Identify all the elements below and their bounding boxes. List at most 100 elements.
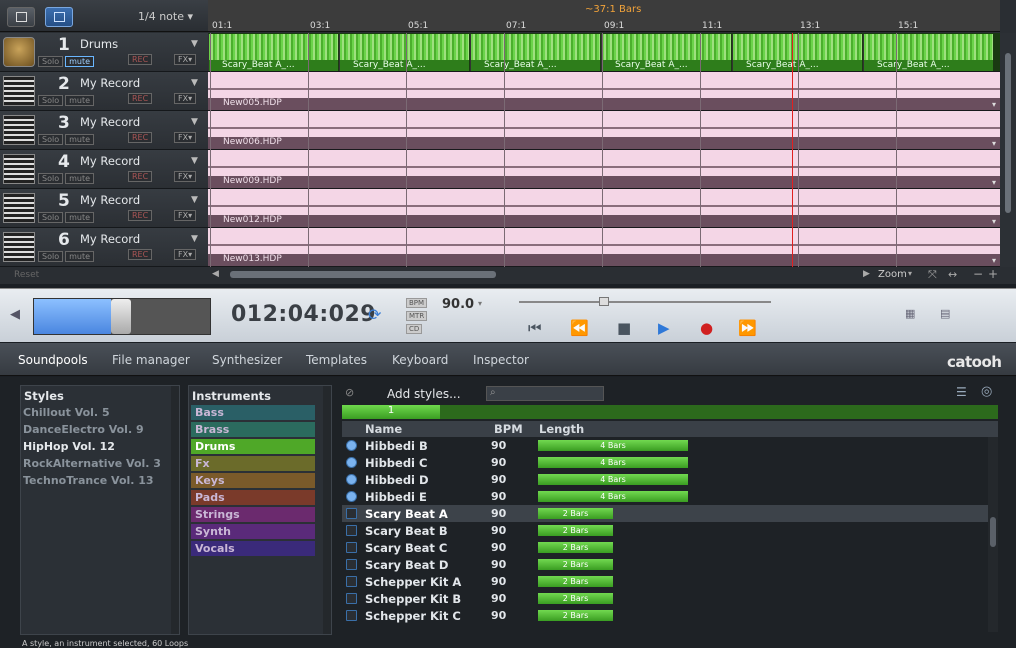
track-lanes[interactable]: Scary_Beat A_... Scary_Beat A_... Scary_Be… — [208, 33, 1000, 267]
style-item[interactable]: Chillout Vol. 5 — [23, 406, 110, 419]
record-icon[interactable]: ● — [700, 319, 713, 337]
playhead[interactable] — [792, 33, 793, 267]
solo-button[interactable]: Solo — [38, 173, 64, 184]
rewind-start-icon[interactable]: ◀ — [10, 307, 20, 322]
bpm-dropdown-icon[interactable]: ▾ — [478, 299, 482, 308]
position-knob[interactable] — [111, 299, 132, 334]
track-lane[interactable]: New006.HDP ▾ — [208, 111, 1000, 150]
clip-menu-icon[interactable]: ▾ — [992, 100, 996, 109]
mute-button[interactable]: mute — [65, 134, 95, 145]
tab-keyboard[interactable]: Keyboard — [392, 353, 448, 367]
preview-icon[interactable]: ◎ — [981, 384, 992, 399]
drum-clip[interactable]: Scary_Beat A_... — [208, 34, 338, 71]
chevron-down-icon[interactable]: ▼ — [191, 156, 198, 166]
master-volume-slider[interactable] — [519, 297, 771, 306]
mute-button[interactable]: mute — [65, 173, 95, 184]
list-view-icon[interactable]: ☰ — [956, 385, 967, 399]
loop-row[interactable]: Hibbedi D 90 4 Bars — [342, 471, 988, 488]
clip-menu-icon[interactable]: ▾ — [992, 178, 996, 187]
track-header[interactable]: 2 My Record ▼ Solo mute REC FX▾ — [0, 72, 208, 111]
mute-button[interactable]: mute — [65, 251, 95, 262]
fx-button[interactable]: FX▾ — [174, 93, 197, 104]
track-header[interactable]: 6 My Record ▼ Solo mute REC FX▾ — [0, 228, 208, 267]
reset-button[interactable]: Reset — [14, 270, 39, 280]
rewind-icon[interactable]: ⏮ — [528, 319, 542, 337]
volume-knob[interactable] — [599, 297, 609, 306]
track-header[interactable]: 3 My Record ▼ Solo mute REC FX▾ — [0, 111, 208, 150]
zoom-width-icon[interactable]: ↔ — [948, 268, 957, 281]
fx-button[interactable]: FX▾ — [174, 132, 197, 143]
track-lane[interactable]: Scary_Beat A_... Scary_Beat A_... Scary_Be… — [208, 33, 1000, 72]
solo-button[interactable]: Solo — [38, 95, 64, 106]
instrument-item[interactable]: Strings — [191, 507, 315, 522]
play-icon[interactable]: ▶ — [658, 319, 670, 337]
solo-button[interactable]: Solo — [38, 251, 64, 262]
melodic-loop-icon[interactable] — [346, 474, 357, 485]
zoom-fit-icon[interactable]: ⤧ — [928, 268, 937, 282]
drum-clip[interactable]: Scary_Beat A_... — [732, 34, 862, 71]
drum-clip[interactable]: Scary_Beat A_... — [863, 34, 993, 71]
instrument-item[interactable]: Bass — [191, 405, 315, 420]
style-item[interactable]: DanceElectro Vol. 9 — [23, 423, 144, 436]
instrument-item[interactable]: Synth — [191, 524, 315, 539]
drum-loop-icon[interactable] — [346, 610, 357, 621]
bpm-value[interactable]: 90.0 — [442, 297, 474, 312]
track-name[interactable]: My Record — [80, 154, 140, 168]
mute-button[interactable]: mute — [65, 56, 95, 67]
record-arm-button[interactable]: REC — [128, 171, 153, 182]
melodic-loop-icon[interactable] — [346, 440, 357, 451]
fx-button[interactable]: FX▾ — [174, 210, 197, 221]
drum-loop-icon[interactable] — [346, 525, 357, 536]
chevron-down-icon[interactable]: ▼ — [191, 195, 198, 205]
drum-loop-icon[interactable] — [346, 559, 357, 570]
loop-row[interactable]: Hibbedi B 90 4 Bars — [342, 437, 988, 454]
single-view-button[interactable] — [7, 7, 35, 27]
tab-synthesizer[interactable]: Synthesizer — [212, 353, 282, 367]
track-name[interactable]: Drums — [80, 37, 118, 51]
track-header[interactable]: 1 Drums ▼ Solo mute REC FX▾ — [0, 33, 208, 72]
track-lane[interactable]: New012.HDP ▾ — [208, 189, 1000, 228]
chevron-down-icon[interactable]: ▼ — [191, 78, 198, 88]
melodic-loop-icon[interactable] — [346, 491, 357, 502]
clear-filter-icon[interactable]: ⊘ — [345, 386, 354, 399]
search-input[interactable]: ⌕ — [486, 386, 604, 401]
loop-row[interactable]: Scary Beat D 90 2 Bars — [342, 556, 988, 573]
solo-button[interactable]: Solo — [38, 56, 64, 67]
scroll-right-icon[interactable]: ▶ — [863, 269, 870, 279]
catooh-logo[interactable]: catooh — [947, 353, 1002, 371]
mixer-icon[interactable]: ▦ — [905, 307, 915, 320]
chevron-down-icon[interactable]: ▼ — [191, 117, 198, 127]
fx-button[interactable]: FX▾ — [174, 249, 197, 260]
vertical-scrollbar[interactable] — [1000, 33, 1016, 267]
record-arm-button[interactable]: REC — [128, 249, 153, 260]
fast-backward-icon[interactable]: ⏪ — [570, 319, 589, 337]
grid-view-button[interactable] — [45, 7, 73, 27]
add-styles-button[interactable]: Add styles... — [387, 387, 461, 401]
fx-button[interactable]: FX▾ — [174, 171, 197, 182]
clip-menu-icon[interactable]: ▾ — [992, 139, 996, 148]
track-header[interactable]: 5 My Record ▼ Solo mute REC FX▾ — [0, 189, 208, 228]
solo-button[interactable]: Solo — [38, 134, 64, 145]
stop-icon[interactable]: ■ — [617, 319, 631, 337]
loop-row[interactable]: Schepper Kit A 90 2 Bars — [342, 573, 988, 590]
mute-button[interactable]: mute — [65, 212, 95, 223]
clip-menu-icon[interactable]: ▾ — [992, 217, 996, 226]
loop-row[interactable]: Scary Beat C 90 2 Bars — [342, 539, 988, 556]
drum-clip[interactable]: Scary_Beat A_... — [470, 34, 600, 71]
zoom-dropdown-icon[interactable]: ▾ — [908, 269, 912, 278]
track-lane[interactable]: New005.HDP ▾ — [208, 72, 1000, 111]
instruments-scrollbar[interactable] — [323, 386, 331, 634]
zoom-out-icon[interactable]: − — [973, 267, 983, 281]
record-arm-button[interactable]: REC — [128, 93, 153, 104]
record-arm-button[interactable]: REC — [128, 210, 153, 221]
tab-inspector[interactable]: Inspector — [473, 353, 529, 367]
style-item[interactable]: RockAlternative Vol. 3 — [23, 457, 161, 470]
tab-file-manager[interactable]: File manager — [112, 353, 190, 367]
tab-templates[interactable]: Templates — [306, 353, 367, 367]
track-name[interactable]: My Record — [80, 76, 140, 90]
track-lane[interactable]: New009.HDP ▾ — [208, 150, 1000, 189]
style-item[interactable]: HipHop Vol. 12 — [23, 440, 115, 453]
timeline-ruler[interactable]: ~37:1 Bars 01:1 03:1 05:1 07:1 09:1 11:1 13:1 1… — [208, 0, 1000, 32]
track-lane[interactable]: New013.HDP ▾ — [208, 228, 1000, 267]
instrument-item[interactable]: Keys — [191, 473, 315, 488]
